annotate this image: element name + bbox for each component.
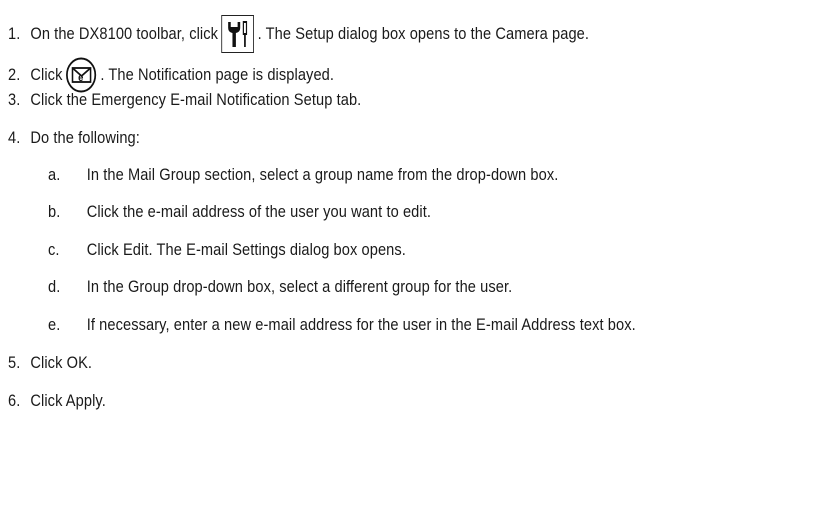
step-text: Click OK. bbox=[30, 353, 93, 372]
setup-tools-icon bbox=[221, 15, 255, 53]
substep-text: In the Group drop-down box, select a dif… bbox=[86, 277, 513, 296]
substep-letter: b. bbox=[48, 202, 61, 221]
substep-letter: e. bbox=[48, 315, 61, 334]
step-number: 6. bbox=[8, 391, 21, 410]
substep-letter: a. bbox=[48, 165, 61, 184]
step-text-after: . The Notification page is displayed. bbox=[100, 65, 335, 84]
substep-e: e. If necessary, enter a new e-mail addr… bbox=[48, 315, 636, 335]
step-text-after: . The Setup dialog box opens to the Came… bbox=[257, 24, 590, 43]
step-number: 4. bbox=[8, 128, 21, 147]
step-3: 3. Click the Emergency E-mail Notificati… bbox=[8, 90, 361, 110]
substep-c: c. Click Edit. The E-mail Settings dialo… bbox=[48, 240, 406, 260]
step-text: Do the following: bbox=[30, 128, 140, 147]
step-number: 3. bbox=[8, 90, 21, 109]
step-6: 6. Click Apply. bbox=[8, 391, 106, 411]
substep-d: d. In the Group drop-down box, select a … bbox=[48, 277, 512, 297]
substep-b: b. Click the e-mail address of the user … bbox=[48, 202, 431, 222]
svg-text:e: e bbox=[78, 72, 84, 84]
instruction-page: 1. On the DX8100 toolbar, click . The Se… bbox=[0, 0, 822, 519]
step-text: Click the Emergency E-mail Notification … bbox=[30, 90, 362, 109]
step-text: Click Apply. bbox=[30, 391, 106, 410]
substep-letter: d. bbox=[48, 277, 61, 296]
step-2: 2. Click e . The Notification page is di… bbox=[8, 57, 334, 93]
step-number: 1. bbox=[8, 24, 21, 43]
substep-text: Click Edit. The E-mail Settings dialog b… bbox=[86, 240, 406, 259]
step-number: 5. bbox=[8, 353, 21, 372]
substep-a: a. In the Mail Group section, select a g… bbox=[48, 165, 558, 185]
step-number: 2. bbox=[8, 65, 21, 84]
step-4: 4. Do the following: bbox=[8, 128, 140, 148]
substep-text: Click the e-mail address of the user you… bbox=[86, 202, 432, 221]
step-text: On the DX8100 toolbar, click bbox=[30, 24, 219, 43]
email-notification-icon: e bbox=[66, 57, 97, 93]
substep-letter: c. bbox=[48, 240, 60, 259]
substep-text: If necessary, enter a new e-mail address… bbox=[86, 315, 636, 334]
step-5: 5. Click OK. bbox=[8, 353, 92, 373]
step-text: Click bbox=[30, 65, 63, 84]
step-1: 1. On the DX8100 toolbar, click . The Se… bbox=[8, 15, 589, 53]
substep-text: In the Mail Group section, select a grou… bbox=[86, 165, 559, 184]
